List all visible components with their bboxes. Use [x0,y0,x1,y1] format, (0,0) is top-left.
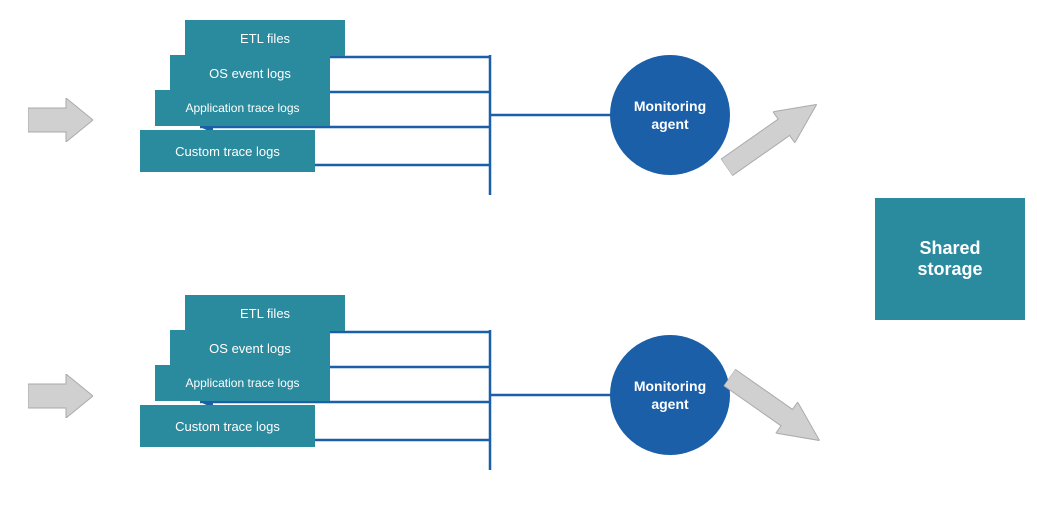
box-group2-os: OS event logs [170,330,330,366]
agent-circle-2: Monitoring agent [610,335,730,455]
agent1-to-storage-arrow [716,89,831,187]
box-group2-etl: ETL files [185,295,345,331]
box-group1-custom: Custom trace logs [140,130,315,172]
box-group2-custom: Custom trace logs [140,405,315,447]
box-group1-etl: ETL files [185,20,345,56]
input-arrow-1 [28,98,93,147]
agent-circle-1: Monitoring agent [610,55,730,175]
agent2-to-storage-arrow [716,362,831,460]
box-group2-app: Application trace logs [155,365,330,401]
box-group1-app: Application trace logs [155,90,330,126]
box-group1-os: OS event logs [170,55,330,91]
input-arrow-2 [28,374,93,423]
diagram: ETL files OS event logs Application trac… [0,0,1037,516]
shared-storage-box: Shared storage [875,198,1025,320]
